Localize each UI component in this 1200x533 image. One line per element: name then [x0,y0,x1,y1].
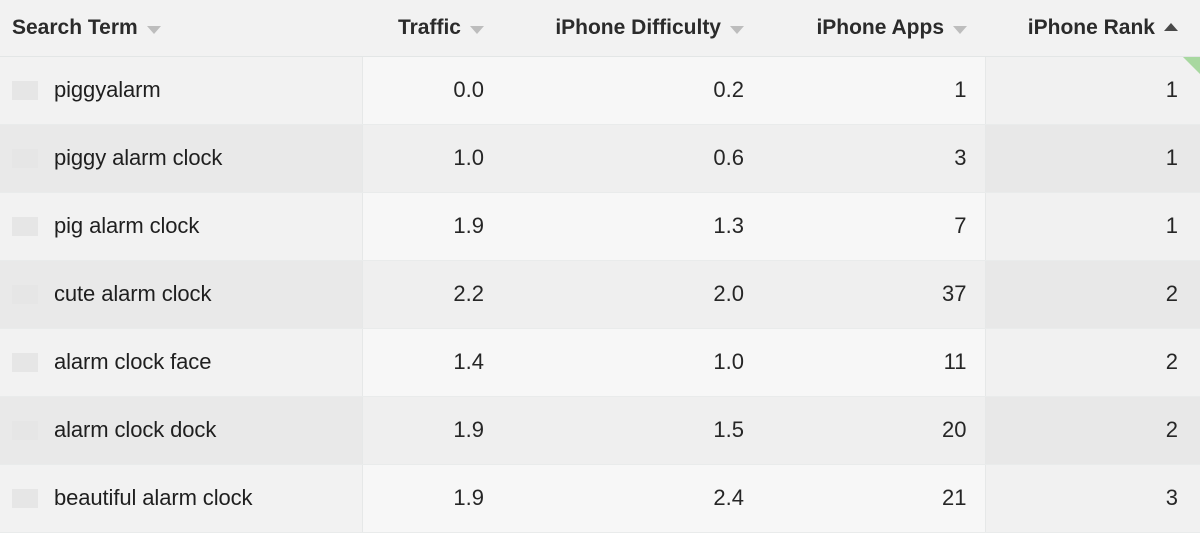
table-row[interactable]: alarm clock face 1.4 1.0 11 2 [0,328,1200,397]
cell-iphone-rank: 1 [984,192,1200,261]
us-flag-icon [12,216,38,236]
table-header: Search Term Traffic iPhone Difficulty iP… [0,0,1200,57]
column-header-label: Traffic [397,15,461,39]
cell-iphone-apps: 11 [762,328,985,397]
cell-iphone-rank: 1 [984,56,1200,125]
cell-search-term: alarm clock face [0,328,363,397]
cell-iphone-difficulty: 0.6 [502,124,762,193]
cell-traffic: 0.0 [362,56,502,125]
table-row[interactable]: piggy alarm clock 1.0 0.6 3 1 [0,124,1200,193]
column-header-label: iPhone Apps [816,15,944,39]
cell-iphone-difficulty: 1.0 [502,328,762,397]
cell-traffic: 1.4 [362,328,502,397]
rank-value: 1 [1165,77,1178,103]
table-row[interactable]: piggyalarm 0.0 0.2 1 1 [0,56,1200,125]
column-header-traffic[interactable]: Traffic [362,0,502,57]
cell-iphone-rank: 2 [984,260,1200,329]
column-header-search-term[interactable]: Search Term [0,0,362,57]
column-header-label: iPhone Rank [1027,15,1155,39]
column-header-label: Search Term [12,15,138,39]
table-row[interactable]: pig alarm clock 1.9 1.3 7 1 [0,192,1200,261]
chevron-down-icon[interactable] [730,25,744,34]
us-flag-icon [12,488,38,508]
header-row: Search Term Traffic iPhone Difficulty iP… [0,0,1200,57]
cell-iphone-difficulty: 2.0 [502,260,762,329]
cell-traffic: 1.0 [362,124,502,193]
us-flag-icon [12,420,38,440]
table-row[interactable]: beautiful alarm clock 1.9 2.4 21 3 [0,464,1200,533]
search-term-label: alarm clock face [54,349,212,375]
us-flag-icon [12,148,38,168]
cell-iphone-apps: 7 [762,192,985,261]
cell-iphone-apps: 21 [762,464,985,533]
cell-search-term: alarm clock dock [0,396,363,465]
cell-search-term: piggyalarm [0,56,363,125]
cell-traffic: 2.2 [362,260,502,329]
cell-search-term: beautiful alarm clock [0,464,363,533]
cell-iphone-apps: 1 [762,56,985,125]
cell-traffic: 1.9 [362,192,502,261]
column-header-label: iPhone Difficulty [555,15,721,39]
cell-iphone-apps: 20 [762,396,985,465]
search-term-label: piggyalarm [54,77,161,103]
search-term-label: piggy alarm clock [54,145,223,171]
us-flag-icon [12,80,38,100]
cell-iphone-difficulty: 2.4 [502,464,762,533]
cell-iphone-difficulty: 0.2 [502,56,762,125]
column-header-iphone-apps[interactable]: iPhone Apps [762,0,985,57]
cell-traffic: 1.9 [362,396,502,465]
search-term-label: beautiful alarm clock [54,485,253,511]
search-term-label: alarm clock dock [54,417,217,443]
us-flag-icon [12,284,38,304]
cell-search-term: cute alarm clock [0,260,363,329]
cell-traffic: 1.9 [362,464,502,533]
cell-iphone-difficulty: 1.5 [502,396,762,465]
chevron-up-icon[interactable] [1164,22,1178,31]
cell-iphone-rank: 1 [984,124,1200,193]
keyword-rankings-table: Search Term Traffic iPhone Difficulty iP… [0,0,1200,533]
table-body: piggyalarm 0.0 0.2 1 1 piggy alarm clock… [0,56,1200,533]
chevron-down-icon[interactable] [470,25,484,34]
column-header-iphone-rank[interactable]: iPhone Rank [985,0,1200,57]
cell-iphone-rank: 2 [984,396,1200,465]
chevron-down-icon[interactable] [953,25,967,34]
cell-search-term: piggy alarm clock [0,124,363,193]
table-row[interactable]: alarm clock dock 1.9 1.5 20 2 [0,396,1200,465]
search-term-label: cute alarm clock [54,281,212,307]
corner-highlight-icon [1183,56,1200,74]
cell-iphone-rank: 2 [984,328,1200,397]
us-flag-icon [12,352,38,372]
cell-iphone-difficulty: 1.3 [502,192,762,261]
column-header-iphone-difficulty[interactable]: iPhone Difficulty [502,0,762,57]
cell-iphone-apps: 37 [762,260,985,329]
search-term-label: pig alarm clock [54,213,200,239]
chevron-down-icon[interactable] [146,25,161,34]
table-row[interactable]: cute alarm clock 2.2 2.0 37 2 [0,260,1200,329]
cell-iphone-rank: 3 [984,464,1200,533]
cell-search-term: pig alarm clock [0,192,363,261]
cell-iphone-apps: 3 [762,124,985,193]
